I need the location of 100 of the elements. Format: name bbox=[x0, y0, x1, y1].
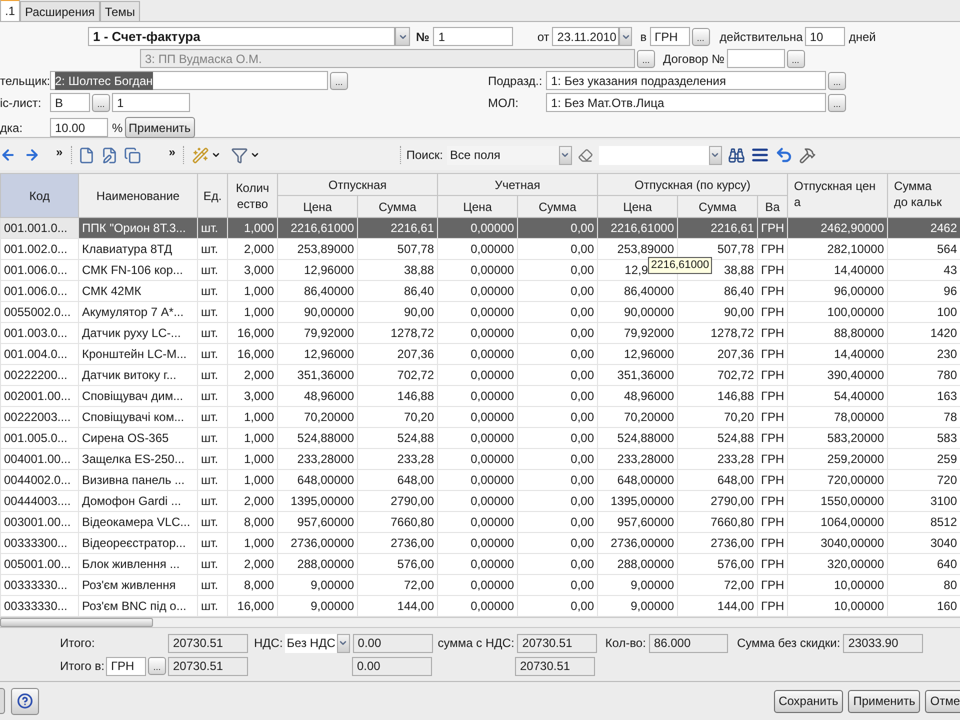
copy-document-icon[interactable] bbox=[124, 146, 141, 164]
column-header[interactable]: Цена bbox=[278, 196, 358, 218]
caret-icon[interactable] bbox=[211, 150, 222, 160]
column-header[interactable]: Код bbox=[0, 174, 78, 218]
eraser-icon[interactable] bbox=[578, 148, 593, 162]
hammer-icon[interactable] bbox=[798, 146, 816, 164]
column-header[interactable]: Ед. bbox=[198, 174, 228, 218]
input-field[interactable]: 1 bbox=[433, 27, 514, 46]
dropdown-button[interactable] bbox=[708, 146, 722, 164]
table-row[interactable]: 004001.00... Защелка ES-250... шт. 1,000 233,28000 233,28 0,00000 0,00 233,28000 233,28 ГРН 259,20000 259 bbox=[0, 448, 960, 470]
column-header[interactable]: Сумма до кальк bbox=[888, 174, 960, 218]
input-field[interactable]: 0.00 bbox=[352, 656, 432, 676]
table-row[interactable]: 0044002.0... Визивна панель ... шт. 1,000 648,00000 648,00 0,00000 0,00 648,00000 648,00 ГРН 720,00000 720 bbox=[0, 470, 960, 490]
table-row[interactable]: 002001.00... Сповіщувач дим... шт. 3,000 48,96000 146,88 0,00000 0,00 48,96000 146,88 ГРН 54,40000 163 bbox=[0, 386, 960, 406]
field-label: % bbox=[112, 120, 123, 136]
input-field[interactable]: ГРН bbox=[106, 656, 146, 676]
cut-off-button[interactable] bbox=[0, 688, 5, 714]
dialog-button[interactable]: Отме bbox=[925, 690, 960, 712]
new-document-icon[interactable] bbox=[78, 146, 95, 164]
chevron-down-icon bbox=[560, 150, 570, 160]
table-row[interactable]: 001.002.0... Клавиатура 8ТД шт. 2,000 253,89000 507,78 0,00000 0,00 253,89000 507,78 ГРН 282,10000 564 bbox=[0, 238, 960, 260]
table-row[interactable]: 001.004.0... Кронштейн LC-M... шт. 16,000 12,96000 207,36 0,00000 0,00 12,96000 207,36 ГРН 14,40000 230 bbox=[0, 344, 960, 364]
table-row[interactable]: 00333330... Роз'єм BNC під о... шт. 16,000 9,00000 144,00 0,00000 0,00 9,00000 144,00 ГРН 10,00000 160 bbox=[0, 596, 960, 616]
input-field[interactable]: 1 bbox=[112, 93, 190, 112]
column-header[interactable]: Отпускная цен а bbox=[788, 174, 888, 218]
table-row[interactable]: 001.006.0... СМК FN-106 кор... шт. 3,000 12,96000 38,88 0,00000 0,00 12,9 2216,61000 38,88 ГРН 14,40000 43 bbox=[0, 260, 960, 280]
dropdown-button[interactable] bbox=[395, 27, 410, 46]
table-row[interactable]: 001.006.0... СМК 42МК шт. 1,000 86,40000 86,40 0,00000 0,00 86,40000 86,40 ГРН 96,00000 96 bbox=[0, 280, 960, 302]
input-field[interactable]: ГРН bbox=[650, 27, 690, 46]
column-header[interactable]: Цена bbox=[598, 196, 678, 218]
input-field[interactable] bbox=[726, 49, 785, 68]
dialog-button[interactable]: Применить bbox=[848, 690, 920, 712]
column-header[interactable]: Сумма bbox=[678, 196, 758, 218]
column-header[interactable]: Ва bbox=[758, 196, 788, 218]
lines-icon[interactable] bbox=[750, 146, 769, 164]
column-header[interactable]: Колич ество bbox=[228, 174, 278, 218]
input-field[interactable]: 1: Без указания подразделения bbox=[546, 71, 826, 90]
column-group-header: Отпускная (по курсу) bbox=[598, 174, 788, 196]
browse-button[interactable]: ... bbox=[92, 94, 110, 112]
tab[interactable]: Расширения bbox=[20, 1, 100, 21]
filter-icon[interactable] bbox=[231, 146, 248, 164]
browse-button[interactable]: ... bbox=[828, 94, 846, 112]
input-field[interactable]: 20730.51 bbox=[168, 634, 248, 652]
column-header[interactable]: Сумма bbox=[358, 196, 438, 218]
browse-button[interactable]: ... bbox=[692, 28, 710, 46]
horizontal-scrollbar[interactable] bbox=[0, 617, 960, 628]
browse-button[interactable]: ... bbox=[330, 72, 348, 90]
field-label: іс-лист: bbox=[0, 94, 42, 112]
table-row[interactable]: 005001.00... Блок живлення ... шт. 2,000 288,00000 576,00 0,00000 0,00 288,00000 576,00 ГРН 320,00000 640 bbox=[0, 554, 960, 574]
vat-select[interactable]: Без НДС bbox=[284, 634, 337, 652]
help-button[interactable] bbox=[11, 688, 39, 714]
browse-button[interactable]: ... bbox=[828, 72, 846, 90]
table-row[interactable]: 00333330... Роз'єм живлення шт. 8,000 9,00000 72,00 0,00000 0,00 9,00000 72,00 ГРН 10,00000 80 bbox=[0, 574, 960, 596]
input-field[interactable]: 20730.51 bbox=[517, 634, 598, 652]
input-field[interactable]: 0.00 bbox=[352, 634, 433, 652]
table-row[interactable]: 001.005.0... Сирена OS-365 шт. 1,000 524,88000 524,88 0,00000 0,00 524,88000 524,88 ГРН 583,20000 583 bbox=[0, 428, 960, 448]
overflow-button[interactable]: » bbox=[56, 143, 63, 161]
search-field[interactable] bbox=[598, 146, 709, 164]
table-row[interactable]: 001.003.0... Датчик руху LC-... шт. 16,000 79,92000 1278,72 0,00000 0,00 79,92000 1278,72 ГРН 88,80000 1420 bbox=[0, 322, 960, 344]
input-field[interactable]: 20730.51 bbox=[168, 656, 248, 676]
apply-discount-button[interactable]: Применить bbox=[124, 117, 195, 138]
document-type-select[interactable]: 1 - Счет-фактура bbox=[88, 27, 395, 46]
dropdown-button[interactable] bbox=[336, 634, 350, 652]
table-row[interactable]: 00444003.... Домофон Gardi ... шт. 2,000 1395,00000 2790,00 0,00000 0,00 1395,00000 2790,00 ГРН 1550,00000 3100 bbox=[0, 490, 960, 512]
undo-icon[interactable] bbox=[774, 146, 793, 164]
edit-document-icon[interactable] bbox=[100, 146, 118, 164]
input-field[interactable]: 23033.90 bbox=[843, 634, 924, 652]
table-row[interactable]: 003001.00... Відеокамера VLC... шт. 8,000 957,60000 7660,80 0,00000 0,00 957,60000 7660,80 ГРН 1064,00000 8512 bbox=[0, 512, 960, 532]
table-row[interactable]: 001.001.0... ППК "Орион 8Т.3... шт. 1,000 2216,61000 2216,61 0,00000 0,00 2216,61000 2216,61 ГРН 2462,90000 2462 bbox=[0, 218, 960, 238]
dialog-button[interactable]: Сохранить bbox=[774, 690, 844, 712]
input-field[interactable]: В bbox=[50, 93, 90, 112]
table-row[interactable]: 00222200... Датчик витоку г... шт. 2,000 351,36000 702,72 0,00000 0,00 351,36000 702,72 ГРН 390,40000 780 bbox=[0, 364, 960, 386]
binoculars-icon[interactable] bbox=[728, 146, 745, 164]
table-row[interactable]: 0055002.0... Акумулятор 7 А*... шт. 1,000 90,00000 90,00 0,00000 0,00 90,00000 90,00 ГРН 100,00000 100 bbox=[0, 302, 960, 322]
column-header[interactable]: Наименование bbox=[78, 174, 198, 218]
table-row[interactable]: 00333300... Відеореєстратор... шт. 1,000 2736,00000 2736,00 0,00000 0,00 2736,00000 2736,00 ГРН 3040,00000 3040 bbox=[0, 532, 960, 554]
scrollbar-thumb[interactable] bbox=[0, 618, 153, 627]
input-field[interactable]: 20730.51 bbox=[515, 656, 595, 676]
forward-arrow-icon[interactable] bbox=[24, 147, 40, 163]
input-field[interactable]: 1: Без Мат.Отв.Лица bbox=[546, 93, 826, 112]
dropdown-button[interactable] bbox=[619, 27, 632, 46]
browse-button[interactable]: ... bbox=[148, 657, 166, 675]
tooltip: 2216,61000 bbox=[648, 257, 712, 274]
caret-icon[interactable] bbox=[250, 150, 260, 160]
column-header[interactable]: Цена bbox=[438, 196, 518, 218]
date-field[interactable]: 23.11.2010 bbox=[552, 27, 620, 46]
input-field[interactable]: 10.00 bbox=[50, 118, 108, 137]
overflow-button[interactable]: » bbox=[168, 143, 176, 161]
back-arrow-icon[interactable] bbox=[0, 147, 16, 163]
column-header[interactable]: Сумма bbox=[518, 196, 598, 218]
input-field[interactable]: 86.000 bbox=[648, 634, 728, 652]
browse-button[interactable]: ... bbox=[786, 50, 805, 68]
search-scope-select[interactable]: Все поля bbox=[446, 146, 559, 164]
tab[interactable]: .1 bbox=[0, 0, 20, 21]
tab[interactable]: Темы bbox=[100, 1, 140, 21]
table-row[interactable]: 00222003.... Сповіщувачі ком... шт. 1,000 70,20000 70,20 0,00000 0,00 70,20000 70,20 ГРН 78,00000 78 bbox=[0, 406, 960, 428]
dropdown-button[interactable] bbox=[558, 146, 572, 164]
input-field[interactable]: 2: Шолтес Богдан bbox=[50, 71, 328, 90]
field-label: действительна bbox=[720, 28, 803, 46]
input-field[interactable]: 10 bbox=[804, 27, 845, 46]
